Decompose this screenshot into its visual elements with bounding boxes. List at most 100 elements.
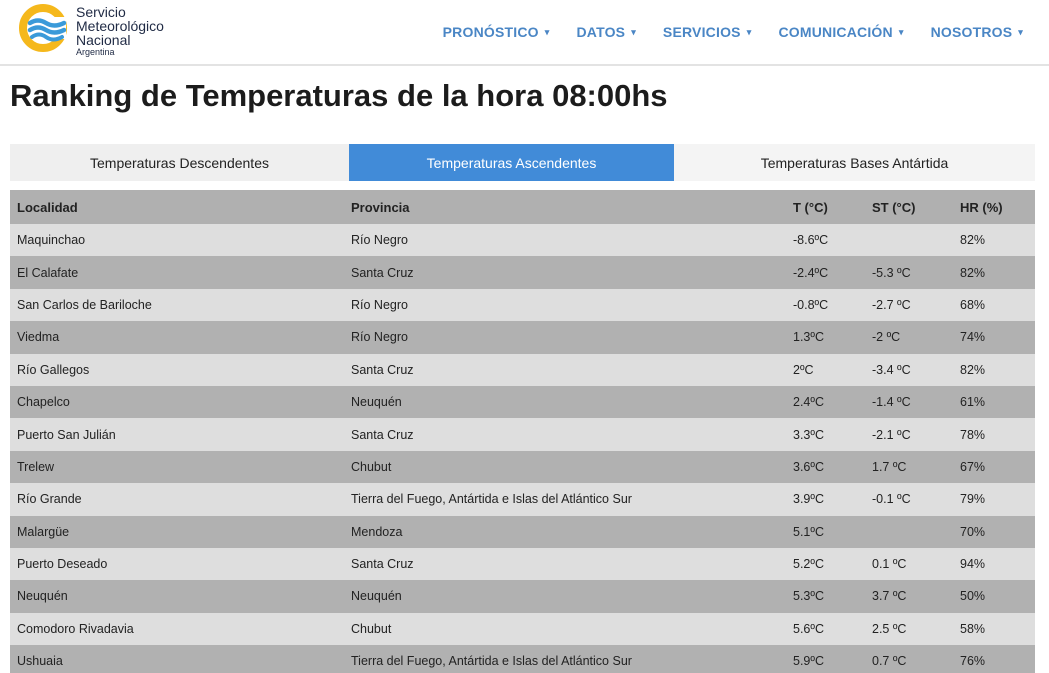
- tab-temperaturas-bases-antartida[interactable]: Temperaturas Bases Antártida: [674, 144, 1035, 181]
- column-header-sensacion-termica: ST (°C): [872, 199, 916, 215]
- cell-temperatura: 3.6ºC: [793, 459, 824, 474]
- cell-provincia: Río Negro: [351, 233, 408, 248]
- cell-sensacion-termica: -1.4 ºC: [872, 395, 911, 410]
- nav-item-servicios[interactable]: SERVICIOS ▾: [663, 24, 752, 40]
- cell-provincia: Tierra del Fuego, Antártida e Islas del …: [351, 492, 632, 507]
- cell-provincia: Neuquén: [351, 395, 402, 410]
- cell-provincia: Santa Cruz: [351, 362, 414, 377]
- logo-line-3: Nacional: [76, 32, 131, 48]
- page-title: Ranking de Temperaturas de la hora 08:00…: [10, 78, 668, 113]
- cell-temperatura: 3.9ºC: [793, 492, 824, 507]
- cell-provincia: Chubut: [351, 459, 392, 474]
- cell-humedad: 68%: [960, 297, 986, 312]
- tab-temperaturas-descendentes[interactable]: Temperaturas Descendentes: [10, 144, 349, 181]
- nav-label: PRONÓSTICO: [442, 24, 539, 40]
- cell-temperatura: 5.9ºC: [793, 654, 824, 669]
- column-header-humedad: HR (%): [960, 199, 1003, 215]
- table-row: Chapelco Neuquén 2.4ºC -1.4 ºC 61%: [10, 385, 1035, 419]
- smn-logo-icon: [19, 4, 67, 52]
- caret-down-icon: ▾: [631, 27, 636, 37]
- cell-provincia: Mendoza: [351, 524, 403, 539]
- cell-localidad: Chapelco: [17, 395, 70, 410]
- cell-temperatura: 5.2ºC: [793, 557, 824, 572]
- cell-temperatura: 5.6ºC: [793, 621, 824, 636]
- table-row: Malargüe Mendoza 5.1ºC 70%: [10, 515, 1035, 548]
- cell-humedad: 82%: [960, 265, 986, 280]
- cell-localidad: El Calafate: [17, 265, 79, 280]
- cell-humedad: 78%: [960, 427, 986, 442]
- caret-down-icon: ▾: [898, 27, 904, 37]
- cell-humedad: 82%: [960, 362, 986, 377]
- cell-humedad: 94%: [960, 557, 986, 572]
- cell-humedad: 70%: [960, 524, 986, 539]
- nav-item-datos[interactable]: DATOS ▾: [576, 24, 635, 40]
- cell-sensacion-termica: 0.1 ºC: [872, 557, 907, 572]
- cell-localidad: Trelew: [17, 459, 55, 474]
- cell-humedad: 82%: [960, 233, 986, 248]
- nav-label: NOSOTROS: [930, 24, 1013, 40]
- top-header: Servicio Meteorológico Nacional Argentin…: [0, 0, 1049, 66]
- nav-item-nosotros[interactable]: NOSOTROS ▾: [931, 24, 1023, 40]
- ranking-tabs: Temperaturas Descendentes Temperaturas A…: [10, 144, 1035, 181]
- cell-sensacion-termica: -2.1 ºC: [872, 427, 911, 442]
- cell-humedad: 74%: [960, 330, 986, 345]
- table-row: Neuquén Neuquén 5.3ºC 3.7 ºC 50%: [10, 580, 1035, 613]
- nav-item-pronostico[interactable]: PRONÓSTICO ▾: [443, 24, 550, 40]
- cell-localidad: Comodoro Rivadavia: [17, 621, 134, 636]
- logo-subtitle: Argentina: [76, 47, 115, 57]
- cell-humedad: 67%: [960, 459, 986, 474]
- nav-item-comunicacion[interactable]: COMUNICACIÓN ▾: [778, 24, 903, 40]
- nav-label: DATOS: [576, 24, 626, 40]
- cell-sensacion-termica: -3.4 ºC: [872, 362, 911, 377]
- cell-sensacion-termica: 1.7 ºC: [872, 459, 907, 474]
- cell-temperatura: 2.4ºC: [793, 395, 824, 410]
- smn-logo[interactable]: Servicio Meteorológico Nacional Argentin…: [18, 3, 188, 57]
- table-row: Ushuaia Tierra del Fuego, Antártida e Is…: [10, 645, 1035, 673]
- caret-down-icon: ▾: [544, 27, 550, 37]
- cell-provincia: Santa Cruz: [351, 557, 414, 572]
- table-row: Puerto Deseado Santa Cruz 5.2ºC 0.1 ºC 9…: [10, 547, 1035, 581]
- cell-humedad: 61%: [960, 395, 986, 410]
- nav-label: COMUNICACIÓN: [778, 24, 893, 40]
- cell-sensacion-termica: -5.3 ºC: [872, 265, 911, 280]
- cell-humedad: 50%: [960, 589, 986, 604]
- logo-line-2: Meteorológico: [76, 18, 164, 34]
- table-row: Puerto San Julián Santa Cruz 3.3ºC -2.1 …: [10, 418, 1035, 451]
- cell-provincia: Río Negro: [351, 330, 408, 345]
- cell-provincia: Río Negro: [351, 297, 408, 312]
- cell-provincia: Neuquén: [351, 589, 402, 604]
- cell-temperatura: 3.3ºC: [793, 427, 824, 442]
- cell-localidad: Ushuaia: [17, 654, 63, 669]
- cell-sensacion-termica: 2.5 ºC: [872, 621, 907, 636]
- tab-temperaturas-ascendentes[interactable]: Temperaturas Ascendentes: [349, 144, 674, 181]
- cell-localidad: Río Gallegos: [17, 362, 90, 377]
- cell-sensacion-termica: -2.7 ºC: [872, 297, 911, 312]
- cell-localidad: Viedma: [17, 330, 60, 345]
- cell-localidad: Río Grande: [17, 492, 82, 507]
- cell-temperatura: 5.1ºC: [793, 524, 824, 539]
- cell-sensacion-termica: 0.7 ºC: [872, 654, 907, 669]
- cell-sensacion-termica: 3.7 ºC: [872, 589, 907, 604]
- logo-line-1: Servicio: [76, 4, 126, 20]
- cell-temperatura: 2ºC: [793, 362, 814, 377]
- main-nav: PRONÓSTICO ▾ DATOS ▾ SERVICIOS ▾ COMUNICACI…: [443, 24, 1023, 40]
- column-header-temperatura: T (°C): [793, 199, 828, 215]
- table-row: Trelew Chubut 3.6ºC 1.7 ºC 67%: [10, 450, 1035, 484]
- cell-temperatura: -2.4ºC: [793, 265, 829, 280]
- cell-localidad: Puerto San Julián: [17, 427, 116, 442]
- cell-temperatura: -8.6ºC: [793, 233, 829, 248]
- cell-temperatura: 1.3ºC: [793, 330, 824, 345]
- cell-sensacion-termica: -0.1 ºC: [872, 492, 911, 507]
- cell-temperatura: 5.3ºC: [793, 589, 824, 604]
- cell-humedad: 79%: [960, 492, 986, 507]
- cell-provincia: Santa Cruz: [351, 427, 414, 442]
- cell-provincia: Chubut: [351, 621, 392, 636]
- table-row: Río Gallegos Santa Cruz 2ºC -3.4 ºC 82%: [10, 353, 1035, 386]
- cell-localidad: Malargüe: [17, 524, 70, 539]
- table-row: Maquinchao Río Negro -8.6ºC 82%: [10, 224, 1035, 257]
- cell-provincia: Tierra del Fuego, Antártida e Islas del …: [351, 654, 632, 669]
- cell-sensacion-termica: -2 ºC: [872, 330, 901, 345]
- cell-localidad: San Carlos de Bariloche: [17, 297, 152, 312]
- logo-text: Servicio Meteorológico Nacional Argentin…: [76, 5, 164, 57]
- cell-humedad: 76%: [960, 654, 986, 669]
